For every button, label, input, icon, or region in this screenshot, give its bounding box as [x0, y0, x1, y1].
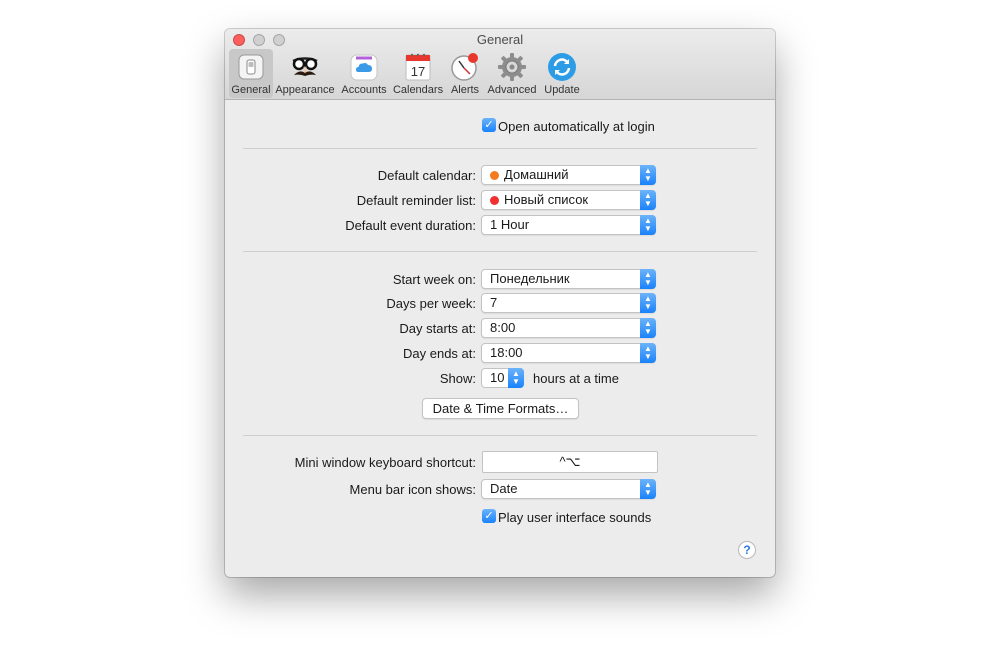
days-per-week-value: 7	[490, 295, 498, 310]
default-duration-label: Default event duration:	[345, 218, 476, 233]
tab-update-label: Update	[544, 84, 580, 96]
open-at-login-checkbox[interactable]: ✓	[482, 118, 496, 132]
default-calendar-popup[interactable]: Домашний ▲ ▼	[481, 165, 656, 185]
start-week-value: Понедельник	[490, 271, 570, 286]
day-ends-label: Day ends at:	[403, 346, 476, 361]
day-ends-popup[interactable]: 18:00 ▲ ▼	[481, 343, 656, 363]
day-ends-row: Day ends at: 18:00 ▲ ▼	[225, 343, 775, 363]
window-title: General	[476, 32, 524, 47]
tab-general-label: General	[231, 84, 271, 96]
day-ends-value: 18:00	[490, 345, 523, 360]
default-reminder-row: Default reminder list: Новый список ▲ ▼	[225, 190, 775, 210]
default-reminder-popup[interactable]: Новый список ▲ ▼	[481, 190, 656, 210]
day-starts-row: Day starts at: 8:00 ▲ ▼	[225, 318, 775, 338]
title-bar: General General Appearance Accounts 17 C…	[225, 29, 775, 100]
tab-alerts-label: Alerts	[450, 84, 480, 96]
shortcut-row: Mini window keyboard shortcut: ^⌥	[225, 451, 775, 473]
tab-calendars[interactable]: 17 Calendars	[391, 49, 445, 98]
days-per-week-popup[interactable]: 7 ▲ ▼	[481, 293, 656, 313]
show-hours-stepper[interactable]: 10 ▲ ▼	[481, 368, 524, 388]
refresh-icon	[546, 51, 578, 83]
separator	[243, 251, 757, 252]
help-button[interactable]: ?	[738, 541, 756, 559]
chevron-updown-icon: ▲ ▼	[640, 293, 656, 313]
chevron-updown-icon: ▲ ▼	[640, 190, 656, 210]
day-starts-label: Day starts at:	[399, 321, 476, 336]
chevron-updown-icon: ▲ ▼	[508, 368, 524, 388]
chevron-updown-icon: ▲ ▼	[640, 269, 656, 289]
days-per-week-label: Days per week:	[386, 296, 476, 311]
tab-update[interactable]: Update	[539, 49, 585, 98]
chevron-updown-icon: ▲ ▼	[640, 479, 656, 499]
menu-bar-icon-value: Date	[490, 481, 518, 496]
menu-bar-icon-popup[interactable]: Date ▲ ▼	[481, 479, 656, 499]
show-label: Show:	[439, 371, 476, 386]
glasses-mustache-icon	[289, 51, 321, 83]
default-reminder-value: Новый список	[504, 192, 589, 207]
shortcut-recorder-field[interactable]: ^⌥	[482, 451, 658, 473]
calendar-icon: 17	[402, 51, 434, 83]
general-pane: ✓ Open automatically at login Default ca…	[225, 100, 775, 576]
day-starts-value: 8:00	[490, 320, 516, 335]
default-calendar-label: Default calendar:	[377, 168, 476, 183]
date-time-formats-button[interactable]: Date & Time Formats…	[422, 398, 579, 419]
chevron-updown-icon: ▲ ▼	[640, 215, 656, 235]
ui-sounds-row: ✓ Play user interface sounds	[225, 507, 775, 527]
chevron-updown-icon: ▲ ▼	[640, 318, 656, 338]
gear-icon	[496, 51, 528, 83]
preferences-window: General General Appearance Accounts 17 C…	[225, 29, 775, 577]
reminder-color-dot	[490, 196, 499, 205]
tab-general[interactable]: General	[229, 49, 273, 98]
menu-bar-icon-row: Menu bar icon shows: Date ▲ ▼	[225, 479, 775, 499]
default-duration-row: Default event duration: 1 Hour ▲ ▼	[225, 215, 775, 235]
day-starts-popup[interactable]: 8:00 ▲ ▼	[481, 318, 656, 338]
start-week-popup[interactable]: Понедельник ▲ ▼	[481, 269, 656, 289]
shortcut-label: Mini window keyboard shortcut:	[294, 455, 476, 470]
calendar-icon-date: 17	[411, 64, 425, 79]
preferences-toolbar: General Appearance Accounts 17 Calendars…	[229, 49, 585, 98]
cloud-icon	[348, 51, 380, 83]
default-calendar-row: Default calendar: Домашний ▲ ▼	[225, 165, 775, 185]
start-week-row: Start week on: Понедельник ▲ ▼	[225, 269, 775, 289]
chevron-updown-icon: ▲ ▼	[640, 165, 656, 185]
separator	[243, 148, 757, 149]
separator	[243, 435, 757, 436]
tab-advanced-label: Advanced	[487, 84, 537, 96]
tab-appearance[interactable]: Appearance	[273, 49, 337, 98]
tab-accounts-label: Accounts	[341, 84, 387, 96]
ui-sounds-label: Play user interface sounds	[498, 510, 652, 525]
calendar-color-dot	[490, 171, 499, 180]
clock-alert-icon	[449, 51, 481, 83]
default-reminder-label: Default reminder list:	[356, 193, 476, 208]
tab-advanced[interactable]: Advanced	[485, 49, 539, 98]
tab-appearance-label: Appearance	[275, 84, 335, 96]
chevron-updown-icon: ▲ ▼	[640, 343, 656, 363]
show-hours-suffix: hours at a time	[533, 371, 619, 386]
open-at-login-label: Open automatically at login	[498, 119, 655, 134]
ui-sounds-checkbox[interactable]: ✓	[482, 509, 496, 523]
tab-alerts[interactable]: Alerts	[445, 49, 485, 98]
open-at-login-row: ✓ Open automatically at login	[225, 116, 775, 136]
show-hours-row: Show: 10 ▲ ▼ hours at a time	[225, 368, 775, 388]
general-switch-icon	[235, 51, 267, 83]
show-hours-value: 10	[490, 370, 505, 385]
tab-calendars-label: Calendars	[392, 84, 444, 96]
days-per-week-row: Days per week: 7 ▲ ▼	[225, 293, 775, 313]
default-calendar-value: Домашний	[504, 167, 569, 182]
default-duration-popup[interactable]: 1 Hour ▲ ▼	[481, 215, 656, 235]
menu-bar-icon-label: Menu bar icon shows:	[349, 482, 476, 497]
start-week-label: Start week on:	[392, 272, 476, 287]
tab-accounts[interactable]: Accounts	[337, 49, 391, 98]
default-duration-value: 1 Hour	[490, 217, 530, 232]
